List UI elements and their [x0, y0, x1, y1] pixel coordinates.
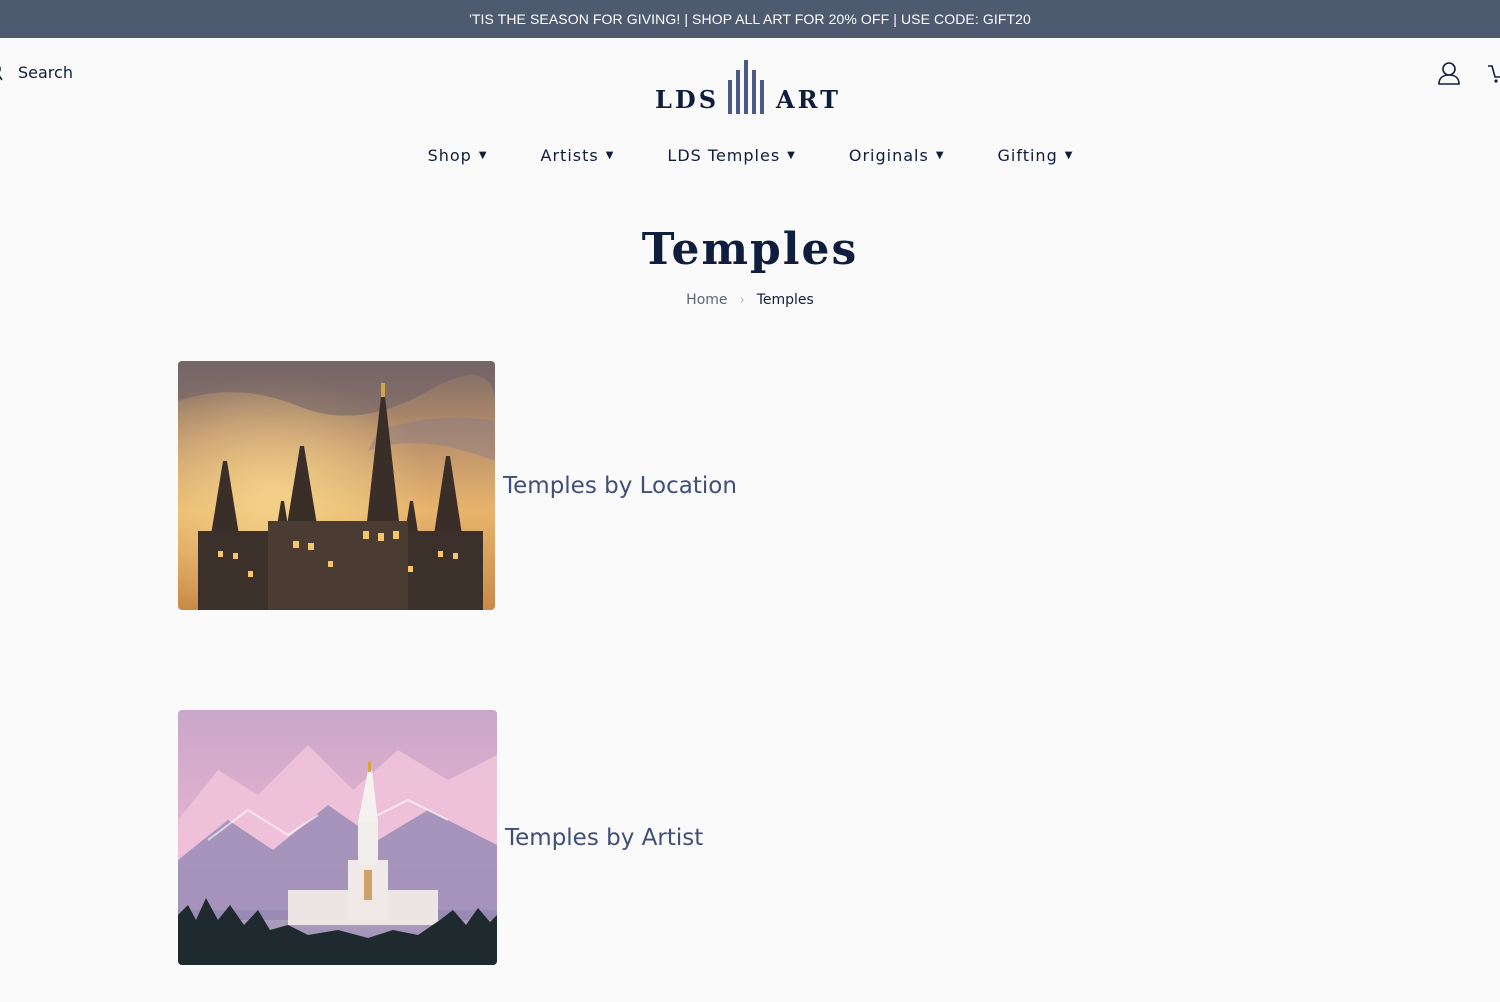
page-title: Temples: [641, 224, 859, 275]
cart-icon[interactable]: [1486, 60, 1500, 86]
collection-image[interactable]: [178, 710, 497, 965]
breadcrumb-home-link[interactable]: Home: [686, 292, 727, 308]
nav-item-shop[interactable]: Shop ▼: [428, 140, 487, 170]
nav-item-gifting[interactable]: Gifting ▼: [998, 140, 1073, 170]
caret-down-icon: ▼: [1064, 149, 1073, 161]
search-icon: [0, 65, 3, 81]
search-button[interactable]: Search: [0, 61, 75, 83]
announcement-text: 'TIS THE SEASON FOR GIVING! | SHOP ALL A…: [469, 11, 1031, 27]
account-icon[interactable]: [1436, 60, 1462, 86]
collection-label[interactable]: Temples by Location: [503, 473, 737, 499]
search-label: Search: [18, 62, 73, 82]
nav-label: Artists: [540, 145, 599, 165]
nav-item-originals[interactable]: Originals ▼: [849, 140, 944, 170]
nav-item-artists[interactable]: Artists ▼: [541, 140, 614, 170]
collection-temples-by-location[interactable]: Temples by Location: [178, 361, 737, 610]
collection-image[interactable]: [178, 361, 495, 610]
announcement-bar: 'TIS THE SEASON FOR GIVING! | SHOP ALL A…: [0, 0, 1500, 38]
breadcrumb-current: Temples: [756, 292, 814, 308]
caret-down-icon: ▼: [605, 149, 614, 161]
caret-down-icon: ▼: [787, 149, 795, 161]
logo-bars-icon: [727, 60, 764, 114]
nav-label: Originals: [848, 145, 929, 165]
logo-text-left: LDS: [655, 85, 720, 114]
nav-label: Shop: [427, 145, 472, 165]
breadcrumb: Home › Temples: [0, 292, 1500, 308]
nav-label: Gifting: [997, 145, 1058, 165]
site-logo[interactable]: LDS ART: [655, 56, 841, 114]
chevron-right-icon: ›: [739, 292, 745, 308]
nav-label: LDS Temples: [667, 145, 781, 165]
logo-text-right: ART: [775, 85, 841, 114]
caret-down-icon: ▼: [935, 149, 944, 161]
caret-down-icon: ▼: [478, 149, 487, 161]
main-nav: Shop ▼ Artists ▼ LDS Temples ▼ Originals…: [0, 140, 1500, 170]
collection-temples-by-artist[interactable]: Temples by Artist: [178, 710, 703, 965]
collection-label[interactable]: Temples by Artist: [505, 825, 703, 851]
nav-item-lds-temples[interactable]: LDS Temples ▼: [667, 140, 794, 170]
